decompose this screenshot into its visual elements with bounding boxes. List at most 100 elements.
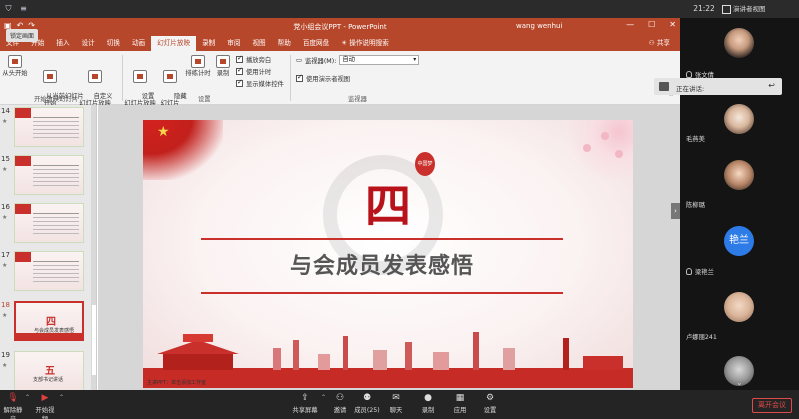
- chat-button[interactable]: ✉ 聊天: [386, 393, 406, 414]
- participant-tile[interactable]: 陈柳璐: [680, 154, 799, 210]
- record-label: 录制: [216, 70, 230, 77]
- share-button[interactable]: ⚇ 共享: [649, 36, 670, 51]
- slide-thumbnail-selected[interactable]: 18 ★ 四 与会成员发表感悟: [0, 301, 92, 347]
- close-icon[interactable]: ✕: [669, 20, 676, 29]
- participant-tile[interactable]: 张文倩: [680, 24, 799, 80]
- checkbox-checked: [296, 73, 303, 82]
- animation-star-icon: ★: [2, 362, 8, 369]
- tab-record[interactable]: 录制: [196, 36, 221, 51]
- group-monitors: 监视器: [348, 96, 367, 103]
- slide-thumbnail[interactable]: 19 ★ 五 支部书记讲话: [0, 351, 92, 390]
- chat-label: 聊天: [389, 407, 403, 414]
- meeting-top-strip: ⛉ ≡ 21:22 演讲者视图: [0, 0, 799, 18]
- presenter-view-checkbox[interactable]: 使用演示者视图: [296, 73, 350, 83]
- gear-icon: ⚙: [485, 393, 495, 403]
- slide-number: 14: [1, 107, 10, 115]
- star-icon: ★: [157, 124, 170, 140]
- chevron-up-icon[interactable]: ⌃: [25, 394, 30, 401]
- animation-star-icon: ★: [2, 262, 8, 269]
- participant-tile[interactable]: 毛燕美: [680, 94, 799, 144]
- thumbnail-image: [14, 203, 84, 243]
- tab-slideshow[interactable]: 幻灯片放映: [151, 36, 197, 51]
- back-arrow-icon[interactable]: ↩: [768, 81, 775, 90]
- avatar: [724, 292, 754, 322]
- participant-name: 毛燕美: [686, 136, 705, 143]
- hide-slide-icon: [163, 70, 177, 83]
- tab-transitions[interactable]: 切换: [101, 36, 126, 51]
- chat-icon: ✉: [392, 393, 400, 403]
- show-media-controls-checkbox[interactable]: 显示媒体控件: [236, 78, 284, 88]
- tab-help[interactable]: 帮助: [272, 36, 297, 51]
- chevron-up-icon[interactable]: ⌃: [59, 394, 64, 401]
- apps-button[interactable]: ▦ 应用: [450, 393, 470, 414]
- view-mode-button[interactable]: 演讲者视图: [722, 3, 766, 15]
- group-setup: 设置: [198, 96, 211, 103]
- maximize-icon[interactable]: ☐: [648, 20, 655, 29]
- avatar-initials: 艳兰: [724, 226, 754, 256]
- record-slideshow-button[interactable]: 录制: [214, 55, 232, 78]
- lock-screen-badge[interactable]: 锁定画面: [6, 29, 39, 42]
- record-label: 录制: [421, 407, 435, 414]
- from-beginning-button[interactable]: 从头开始: [2, 55, 28, 78]
- section-number: 四: [365, 179, 411, 233]
- view-mode-label: 演讲者视图: [733, 5, 766, 13]
- tab-design[interactable]: 设计: [76, 36, 101, 51]
- slide-title: 与会成员发表感悟: [289, 253, 474, 278]
- unmute-button[interactable]: 🎙 解除静音: [2, 393, 24, 419]
- animation-star-icon: ★: [2, 214, 8, 221]
- leave-meeting-button[interactable]: 离开会议: [752, 398, 792, 413]
- speaking-label: 正在讲话:: [676, 85, 705, 93]
- tab-baidu-netdisk[interactable]: 百度网盘: [297, 36, 335, 51]
- user-name[interactable]: wang wenhui: [516, 22, 562, 30]
- start-video-button[interactable]: ▶ 开始视频: [33, 393, 57, 419]
- participant-tile[interactable]: 艳兰 梁艳兰: [680, 222, 799, 278]
- tell-me-search[interactable]: ☀ 操作说明搜索: [335, 36, 395, 51]
- use-timings-checkbox[interactable]: 使用计时: [236, 66, 272, 76]
- share-screen-button[interactable]: ⇪ 共享屏幕: [292, 393, 318, 414]
- participant-tile[interactable]: 卢娜丽241: [680, 288, 799, 344]
- tab-view[interactable]: 视图: [246, 36, 271, 51]
- slide-thumbnail[interactable]: 14 ★: [0, 107, 92, 153]
- avatar: [724, 28, 754, 58]
- cityscape-illustration: [143, 332, 633, 388]
- slideshow-start-icon: [8, 55, 22, 68]
- divider-line-bottom: [201, 292, 563, 294]
- rehearse-timings-button[interactable]: 排练计时: [184, 55, 212, 78]
- group-start-slideshow: 开始放映幻灯片: [34, 96, 79, 103]
- settings-button[interactable]: ⚙ 设置: [480, 393, 500, 414]
- people-icon: ⚉: [362, 393, 372, 403]
- slide-thumbnail[interactable]: 16 ★: [0, 203, 92, 249]
- current-slide[interactable]: ★ 中国梦 四 与会成员发表感悟 主讲PPT：单击添加工作室: [143, 120, 633, 388]
- tab-insert[interactable]: 插入: [50, 36, 75, 51]
- play-narrations-checkbox[interactable]: 播放旁白: [236, 54, 271, 64]
- thumbnail-scrollbar[interactable]: [91, 105, 96, 390]
- chevron-up-icon[interactable]: ⌃: [321, 394, 326, 401]
- tab-animations[interactable]: 动画: [126, 36, 151, 51]
- group-divider: [290, 55, 291, 101]
- panel-toggle-chevron-icon[interactable]: ›: [671, 203, 680, 219]
- invite-button[interactable]: ⚇ 邀请: [330, 393, 350, 414]
- thumbnail-image: [14, 155, 84, 195]
- minimize-icon[interactable]: —: [626, 20, 634, 29]
- mic-icon: [686, 268, 692, 275]
- animation-star-icon: ★: [2, 118, 8, 125]
- slide-thumbnail[interactable]: 17 ★: [0, 251, 92, 297]
- monitor-select[interactable]: 自动: [339, 55, 420, 65]
- chevron-down-icon[interactable]: ⌄: [736, 378, 743, 387]
- red-flag-decoration: ★: [143, 120, 223, 180]
- use-timings-label: 使用计时: [246, 69, 272, 76]
- ribbon-slideshow: 从头开始 从当前幻灯片 开始 自定义 幻灯片放映 开始放映幻灯片 设置 幻灯片放…: [0, 51, 680, 107]
- record-meeting-button[interactable]: ● 录制: [418, 393, 438, 414]
- signal-icon[interactable]: ≡: [18, 3, 29, 14]
- document-title: 党小组会议PPT - PowerPoint: [293, 23, 387, 31]
- members-button[interactable]: ⚉ 成员(25): [353, 393, 381, 414]
- tab-review[interactable]: 审阅: [221, 36, 246, 51]
- thumbnail-caption: 支部书记讲话: [33, 377, 64, 383]
- custom-show-icon: [88, 70, 102, 83]
- rehearse-label: 排练计时: [185, 70, 211, 77]
- slide-thumbnail-pane: 14 ★ 15 ★ 16 ★ 17 ★ 18 ★ 四 与会成员发表感悟 19 ★…: [0, 105, 97, 390]
- shield-icon[interactable]: ⛉: [3, 3, 14, 14]
- slide-thumbnail[interactable]: 15 ★: [0, 155, 92, 201]
- slide-editor-area: ★ 中国梦 四 与会成员发表感悟 主讲PPT：单击添加工作室: [98, 105, 680, 390]
- camera-off-icon: ▶: [41, 393, 49, 403]
